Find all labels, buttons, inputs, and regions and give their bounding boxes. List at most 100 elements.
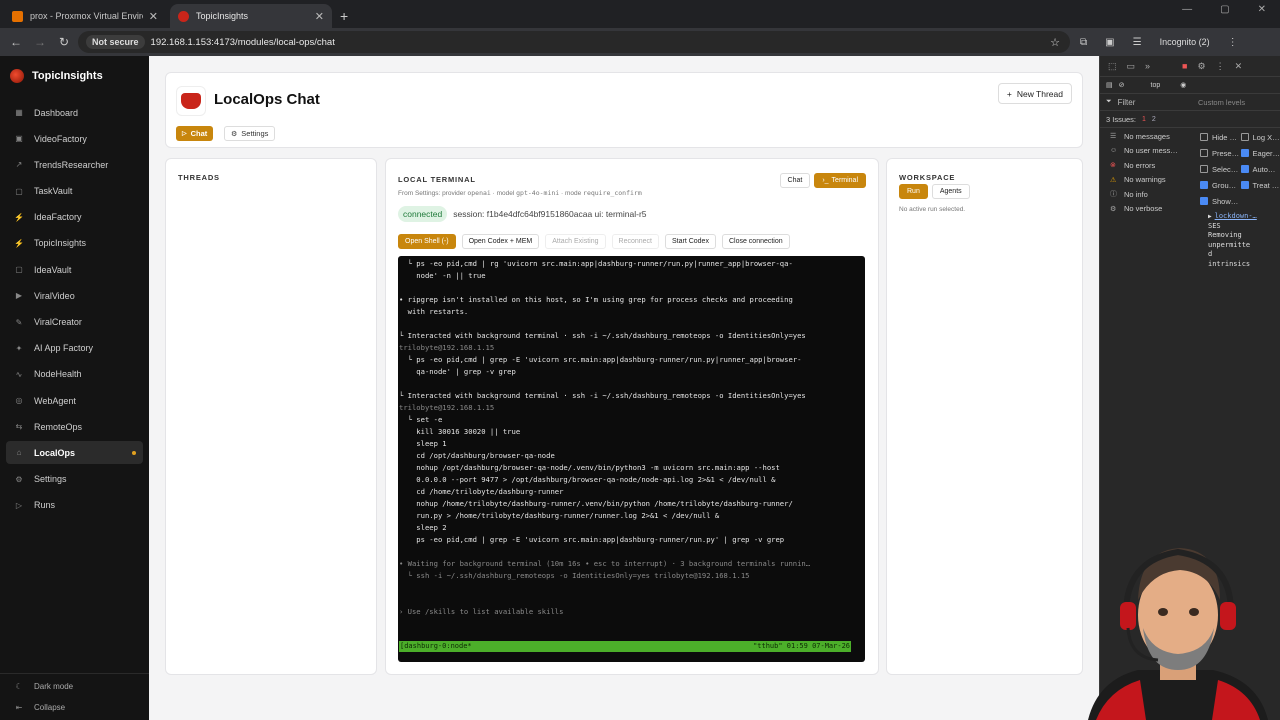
sidebar-item-trendsresearcher[interactable]: ↗ TrendsResearcher <box>6 153 143 176</box>
incognito-profile[interactable]: Incognito (2) <box>1160 37 1210 47</box>
inspect-icon[interactable]: ⬚ <box>1108 61 1117 72</box>
menu-kebab-icon[interactable]: ⋮ <box>1228 37 1238 48</box>
more-tabs-icon[interactable]: » <box>1145 61 1150 71</box>
attach-existing-button[interactable]: Attach Existing <box>545 234 606 249</box>
sidebar-item-topicinsights[interactable]: ⚡ TopicInsights <box>6 232 143 255</box>
sidebar-item-label: TaskVault <box>34 186 73 197</box>
console-setting-checkbox[interactable]: Hide … <box>1200 129 1241 145</box>
console-filter-item[interactable]: ☰ No messages <box>1110 129 1198 144</box>
console-filter-item[interactable]: ⚠ No warnings <box>1110 173 1198 188</box>
minimize-icon[interactable]: — <box>1182 4 1192 15</box>
collapse-button[interactable]: ⇤ Collapse <box>6 699 143 716</box>
chat-tab-button[interactable]: ▷ Chat <box>176 126 214 141</box>
reconnect-button[interactable]: Reconnect <box>611 234 659 249</box>
clear-console-icon[interactable]: ⊘ <box>1119 81 1125 89</box>
sidebar-item-settings[interactable]: ⚙ Settings <box>6 468 143 491</box>
sidebar-item-viralvideo[interactable]: ▶ ViralVideo <box>6 284 143 307</box>
browser-tab-proxmox[interactable]: prox - Proxmox Virtual Environ ✕ <box>4 4 166 28</box>
issues-label[interactable]: 3 Issues: <box>1106 115 1136 124</box>
tab-title: TopicInsights <box>196 11 249 21</box>
box-icon: ▢ <box>15 265 23 275</box>
console-setting-checkbox[interactable]: Grou… <box>1200 177 1241 193</box>
sidebar-item-label: ViralVideo <box>34 290 75 301</box>
not-secure-badge[interactable]: Not secure <box>86 35 145 49</box>
new-thread-button[interactable]: + New Thread <box>997 83 1072 104</box>
sidebar-toggle-icon[interactable]: ▤ <box>1106 81 1113 89</box>
filter-row: ⏷ Filter Custom levels <box>1100 94 1280 111</box>
close-connection-button[interactable]: Close connection <box>721 234 790 249</box>
sidebar-item-nodehealth[interactable]: ∿ NodeHealth <box>6 363 143 386</box>
agents-tab[interactable]: Agents <box>931 184 970 199</box>
console-setting-checkbox[interactable]: Log X… <box>1240 129 1280 145</box>
maximize-icon[interactable]: ▢ <box>1220 4 1229 15</box>
bookmark-star-icon[interactable]: ☆ <box>1050 36 1060 49</box>
sidebar-item-ai-app-factory[interactable]: ✦ AI App Factory <box>6 337 143 360</box>
sidebar-item-dashboard[interactable]: ▦ Dashboard <box>6 101 143 124</box>
forward-icon[interactable]: → <box>28 35 52 49</box>
browser-tab-topicinsights[interactable]: TopicInsights ✕ <box>170 4 332 28</box>
start-codex-button[interactable]: Start Codex <box>664 234 716 249</box>
error-indicator-icon[interactable]: ■ <box>1182 61 1187 71</box>
brand[interactable]: TopicInsights <box>0 56 149 96</box>
sidebar-item-remoteops[interactable]: ⇆ RemoteOps <box>6 415 143 438</box>
context-selector[interactable]: top <box>1151 82 1161 89</box>
open-codex-mem-button[interactable]: Open Codex + MEM <box>461 234 540 249</box>
play-icon: ▷ <box>15 500 23 510</box>
console-setting-checkbox[interactable]: Prese… <box>1200 145 1241 161</box>
sidebar-item-viralcreator[interactable]: ✎ ViralCreator <box>6 311 143 334</box>
sidebar-item-localops[interactable]: ⌂ LocalOps <box>6 441 143 465</box>
log-levels-dropdown[interactable]: Custom levels <box>1198 98 1245 107</box>
workspace-title: WORKSPACE <box>899 173 956 182</box>
sidebar-item-label: IdeaFactory <box>34 212 82 223</box>
open-shell-button[interactable]: Open Shell (-) <box>398 234 456 249</box>
console-setting-checkbox[interactable]: Eager… <box>1240 145 1280 161</box>
close-tab-icon[interactable]: ✕ <box>315 10 324 23</box>
run-tab[interactable]: Run <box>899 184 928 199</box>
settings-gear-icon[interactable]: ⚙ <box>1197 61 1205 72</box>
device-icon[interactable]: ▭ <box>1127 61 1136 72</box>
sidebar-item-taskvault[interactable]: ▢ TaskVault <box>6 180 143 203</box>
box-icon: ▢ <box>15 186 23 196</box>
console-log: ▶ lockdown-… SES Removing unpermitte d intrin… <box>1208 212 1257 269</box>
cast-icon[interactable]: ▣ <box>1105 37 1114 48</box>
sidebar-item-ideavault[interactable]: ▢ IdeaVault <box>6 258 143 281</box>
view-chat-button[interactable]: Chat <box>779 173 811 188</box>
pen-icon: ✎ <box>15 317 23 327</box>
console-setting-checkbox[interactable]: Selec… <box>1200 161 1241 177</box>
close-tab-icon[interactable]: ✕ <box>149 10 158 23</box>
close-window-icon[interactable]: ✕ <box>1258 4 1266 15</box>
devtools-menu-icon[interactable]: ⋮ <box>1216 61 1225 72</box>
new-tab-icon[interactable]: + <box>340 8 348 24</box>
view-terminal-button[interactable]: ›_ Terminal <box>814 173 866 188</box>
omnibox[interactable]: Not secure 192.168.1.153:4173/modules/lo… <box>78 31 1070 53</box>
lockdown-link[interactable]: lockdown-… <box>1215 212 1257 220</box>
dark-mode-toggle[interactable]: ☾ Dark mode <box>6 678 143 695</box>
filter-input[interactable]: Filter <box>1118 98 1136 107</box>
sidebar-item-runs[interactable]: ▷ Runs <box>6 494 143 517</box>
console-filter-item[interactable]: ⊗ No errors <box>1110 158 1198 173</box>
reload-icon[interactable]: ↻ <box>52 35 76 49</box>
console-setting-checkbox[interactable]: Treat … <box>1240 177 1280 193</box>
eye-icon[interactable]: ◉ <box>1180 81 1186 89</box>
terminal-output[interactable]: gpt-5.3-codex medium · 88% left · ~› Use… <box>398 256 865 662</box>
sidebar-item-webagent[interactable]: ◎ WebAgent <box>6 389 143 412</box>
active-dot-indicator <box>132 451 136 456</box>
console-setting-checkbox[interactable]: Auto… <box>1240 161 1280 177</box>
sparkle-icon: ✦ <box>15 343 23 353</box>
console-filter-item[interactable]: ⚙ No verbose <box>1110 202 1198 217</box>
devtools-close-icon[interactable]: ✕ <box>1235 61 1243 72</box>
expand-arrow-icon[interactable]: ▶ <box>1208 213 1212 220</box>
extensions-icon[interactable]: ⧉ <box>1080 37 1087 48</box>
reading-list-icon[interactable]: ☰ <box>1133 37 1142 48</box>
back-icon[interactable]: ← <box>4 35 28 49</box>
url-text[interactable]: 192.168.1.153:4173/modules/local-ops/cha… <box>151 37 335 48</box>
checkbox-icon <box>1200 181 1208 189</box>
console-filter-item[interactable]: ☺ No user mess… <box>1110 144 1198 159</box>
settings-tab-button[interactable]: ⚙ Settings <box>224 126 276 141</box>
sidebar-item-videofactory[interactable]: ▣ VideoFactory <box>6 127 143 150</box>
console-setting-checkbox[interactable]: Show… <box>1200 193 1241 209</box>
checkbox-label: Auto… <box>1252 164 1276 174</box>
console-filter-item[interactable]: ⓘ No info <box>1110 187 1198 202</box>
mode-value: require_confirm <box>583 189 642 197</box>
sidebar-item-ideafactory[interactable]: ⚡ IdeaFactory <box>6 206 143 229</box>
